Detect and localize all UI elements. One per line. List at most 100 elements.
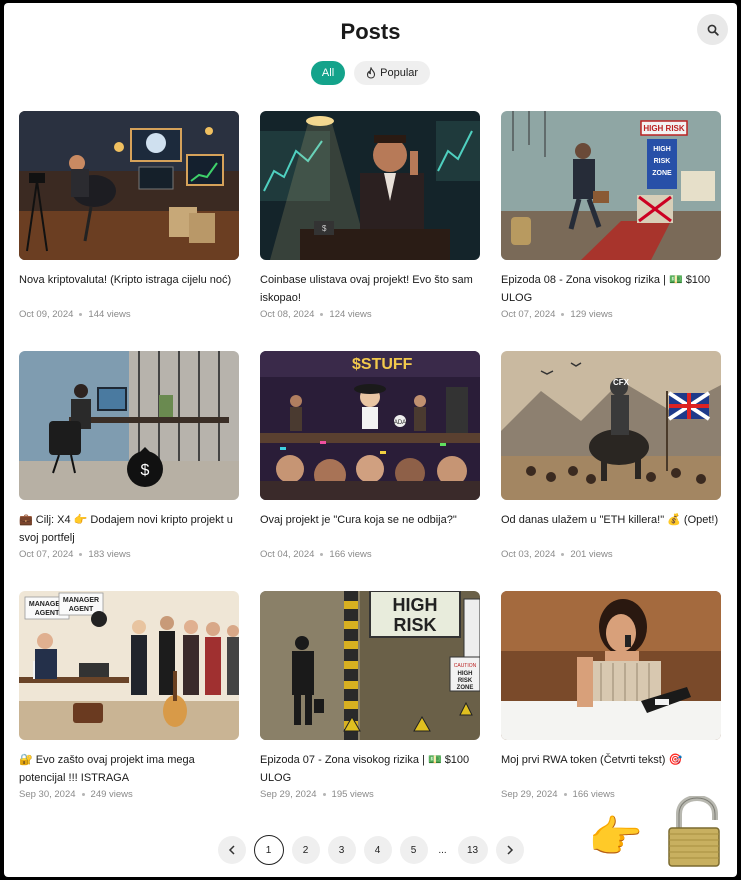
thumb-text: HIGH	[653, 146, 671, 153]
thumb-text: HIGH	[393, 595, 438, 615]
page-title: Posts	[340, 19, 401, 44]
post-title[interactable]: 🔐 Evo zašto ovaj projekt ima mega potenc…	[19, 751, 239, 787]
filter-bar: All Popular	[4, 61, 737, 85]
thumb-text: HIGH	[458, 671, 473, 677]
post-date: Sep 29, 2024	[260, 789, 317, 800]
post-date: Oct 09, 2024	[19, 309, 74, 320]
svg-text:$: $	[141, 462, 150, 479]
last-page-button[interactable]: 13	[457, 836, 488, 864]
post-card[interactable]: $ 💼 Cilj: X4 👉 Dodajem novi kripto proje…	[19, 351, 239, 591]
post-title[interactable]: Od danas ulažem u "ETH killera!" 💰 (Opet…	[501, 511, 721, 547]
post-card[interactable]: $ Coinbase ulistava ovaj projekt! Evo št…	[260, 111, 480, 351]
thumb-text: ADA	[394, 420, 406, 426]
thumb-text: ZONE	[457, 685, 474, 691]
flame-icon	[367, 67, 376, 79]
search-button[interactable]	[697, 14, 728, 45]
thumb-text: $STUFF	[352, 356, 413, 373]
post-views: 166 views	[329, 549, 372, 560]
post-thumbnail[interactable]: HIGH RISK CAUTION HIGH RISK ZONE	[260, 591, 480, 740]
post-views: 166 views	[572, 789, 615, 800]
post-title[interactable]: Epizoda 07 - Zona visokog rizika | 💵 $10…	[260, 751, 480, 787]
open-padlock-icon	[668, 796, 720, 867]
post-meta: Oct 03, 2024 201 views	[501, 549, 721, 560]
pagination-ellipsis: ...	[438, 844, 447, 856]
post-card[interactable]: MANAGER AGENT MANAGER AGENT 🔐 Evo zašto …	[19, 591, 239, 831]
next-page-button[interactable]	[495, 836, 524, 864]
page-button[interactable]: 2	[291, 836, 320, 864]
thumb-text: $	[322, 224, 327, 233]
search-icon	[707, 24, 719, 36]
chevron-right-icon	[506, 845, 513, 855]
filter-all-chip[interactable]: All	[310, 61, 346, 85]
post-meta: Sep 30, 2024 249 views	[19, 789, 239, 800]
post-thumbnail[interactable]: $	[19, 351, 239, 500]
meta-separator	[79, 553, 83, 556]
post-date: Oct 07, 2024	[19, 549, 74, 560]
post-title[interactable]: Moj prvi RWA token (Četvrti tekst) 🎯	[501, 751, 721, 787]
page-button[interactable]: 4	[363, 836, 392, 864]
meta-separator	[322, 793, 326, 796]
post-card[interactable]: Nova kriptovaluta! (Kripto istraga cijel…	[19, 111, 239, 351]
thumb-text: AGENT	[35, 610, 60, 617]
pointing-hand-icon: 👉	[588, 813, 643, 862]
post-title[interactable]: Ovaj projekt je "Cura koja se ne odbija?…	[260, 511, 480, 547]
post-card[interactable]: $STUFF ADA Ovaj projekt je "Cura koja se…	[260, 351, 480, 591]
meta-separator	[561, 553, 565, 556]
post-thumbnail[interactable]: MANAGER AGENT MANAGER AGENT	[19, 591, 239, 740]
post-card[interactable]: HIGH RISK HIGH RISK ZONE Epizoda 08 - Zo…	[501, 111, 721, 351]
post-title[interactable]: Nova kriptovaluta! (Kripto istraga cijel…	[19, 271, 239, 307]
post-views: 129 views	[570, 309, 613, 320]
meta-separator	[81, 793, 85, 796]
prev-page-button[interactable]	[217, 836, 246, 864]
post-title[interactable]: 💼 Cilj: X4 👉 Dodajem novi kripto projekt…	[19, 511, 239, 547]
page-button[interactable]: 5	[399, 836, 428, 864]
posts-grid: Nova kriptovaluta! (Kripto istraga cijel…	[19, 111, 724, 831]
page: Posts All Popular Nova kriptovaluta! (Kr…	[4, 3, 737, 877]
post-views: 249 views	[90, 789, 133, 800]
thumb-text: AGENT	[69, 606, 94, 613]
thumb-text: RISK	[393, 615, 436, 635]
filter-popular-label: Popular	[380, 67, 419, 79]
post-date: Oct 04, 2024	[260, 549, 315, 560]
post-views: 183 views	[88, 549, 131, 560]
post-thumbnail[interactable]: HIGH RISK HIGH RISK ZONE	[501, 111, 721, 260]
thumb-text: ZONE	[652, 170, 672, 177]
post-date: Sep 29, 2024	[501, 789, 558, 800]
thumb-text: HIGH RISK	[643, 124, 685, 133]
thumb-text: RISK	[458, 678, 473, 684]
post-date: Oct 07, 2024	[501, 309, 556, 320]
thumb-text: RISK	[654, 158, 671, 165]
page-button[interactable]: 3	[327, 836, 356, 864]
filter-popular-chip[interactable]: Popular	[354, 61, 431, 85]
post-views: 144 views	[88, 309, 131, 320]
filter-all-label: All	[321, 67, 335, 79]
meta-separator	[79, 313, 83, 316]
post-card[interactable]: CFX Od danas ulažem u "ETH killera!" 💰 (…	[501, 351, 721, 591]
post-thumbnail[interactable]: $	[260, 111, 480, 260]
post-title[interactable]: Epizoda 08 - Zona visokog rizika | 💵 $10…	[501, 271, 721, 307]
post-views: 201 views	[570, 549, 613, 560]
chevron-left-icon	[228, 845, 235, 855]
thumb-text: MANAGER	[63, 597, 99, 604]
page-button-current[interactable]: 1	[253, 835, 284, 865]
meta-separator	[563, 793, 567, 796]
thumb-text: CFX	[613, 378, 630, 387]
post-meta: Sep 29, 2024 195 views	[260, 789, 480, 800]
thumb-text: CAUTION	[454, 663, 477, 669]
post-thumbnail[interactable]	[19, 111, 239, 260]
post-meta: Oct 07, 2024 129 views	[501, 309, 721, 320]
post-meta: Oct 08, 2024 124 views	[260, 309, 480, 320]
post-meta: Oct 04, 2024 166 views	[260, 549, 480, 560]
post-date: Sep 30, 2024	[19, 789, 76, 800]
post-thumbnail[interactable]	[501, 591, 721, 740]
post-date: Oct 08, 2024	[260, 309, 315, 320]
post-card[interactable]: Moj prvi RWA token (Četvrti tekst) 🎯 Sep…	[501, 591, 721, 831]
post-card[interactable]: HIGH RISK CAUTION HIGH RISK ZONE Epizoda…	[260, 591, 480, 831]
post-date: Oct 03, 2024	[501, 549, 556, 560]
post-thumbnail[interactable]: $STUFF ADA	[260, 351, 480, 500]
post-views: 124 views	[329, 309, 372, 320]
post-title[interactable]: Coinbase ulistava ovaj projekt! Evo što …	[260, 271, 480, 307]
post-views: 195 views	[331, 789, 374, 800]
post-thumbnail[interactable]: CFX	[501, 351, 721, 500]
meta-separator	[320, 553, 324, 556]
